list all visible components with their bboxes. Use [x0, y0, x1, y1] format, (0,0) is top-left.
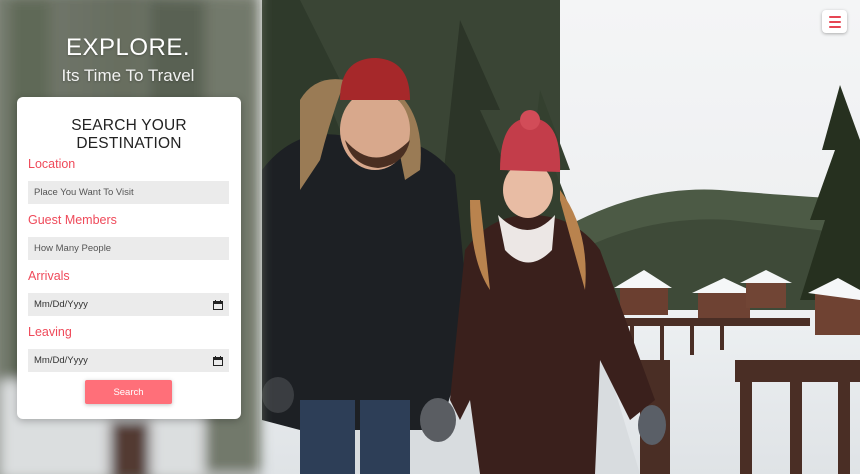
guest-members-label: Guest Members [28, 213, 117, 227]
arrivals-date-input[interactable]: Mm/Dd/Yyyy [28, 293, 229, 316]
leaving-date-value: Mm/Dd/Yyyy [34, 355, 88, 366]
hero-subtitle: Its Time To Travel [61, 66, 195, 85]
guest-members-placeholder: How Many People [34, 243, 112, 254]
location-input[interactable]: Place You Want To Visit [28, 181, 229, 204]
hero-title: EXPLORE. [65, 34, 191, 61]
hamburger-menu-icon [828, 15, 841, 18]
arrivals-label: Arrivals [28, 269, 70, 283]
calendar-icon[interactable] [213, 355, 223, 366]
leaving-label: Leaving [28, 325, 72, 339]
leaving-date-input[interactable]: Mm/Dd/Yyyy [28, 349, 229, 372]
location-label: Location [28, 157, 76, 171]
hamburger-menu-button[interactable] [822, 10, 847, 33]
guest-members-input[interactable]: How Many People [28, 237, 229, 260]
search-button[interactable]: Search [85, 380, 172, 404]
location-placeholder: Place You Want To Visit [34, 187, 134, 198]
search-card-heading: SEARCH YOUR DESTINATION [71, 117, 187, 152]
calendar-icon[interactable] [213, 299, 223, 310]
hamburger-menu-icon [828, 20, 841, 23]
search-card: SEARCH YOUR DESTINATION Location Place Y… [17, 97, 241, 419]
arrivals-date-value: Mm/Dd/Yyyy [34, 299, 88, 310]
hamburger-menu-icon [828, 25, 841, 28]
